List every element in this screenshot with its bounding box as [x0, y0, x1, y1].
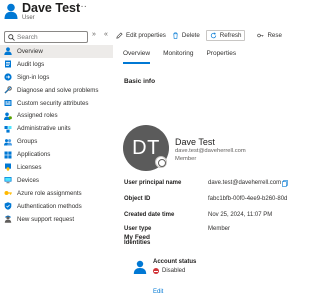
sidebar-item-label: New support request [17, 215, 75, 223]
upn-label: User principal name [124, 180, 182, 186]
sidebar-item-audit-logs[interactable]: Audit logs [0, 58, 113, 71]
created-date-label: Created date time [124, 212, 175, 218]
sidebar-item-label: Groups [17, 138, 38, 146]
refresh-label: Refresh [219, 31, 242, 39]
sidebar-item-custom-security-attributes[interactable]: Custom security attributes [0, 97, 113, 110]
sidebar-item-signin-logs[interactable]: Sign-in logs [0, 71, 113, 84]
sidebar-item-label: Administrative units [17, 125, 71, 133]
expand-icon[interactable]: » [92, 31, 96, 38]
sidebar-item-label: Overview [17, 47, 43, 55]
shield-icon [4, 202, 12, 210]
sidebar-item-label: Assigned roles [17, 112, 58, 120]
my-feed-heading: My Feed [124, 234, 151, 241]
sidebar-item-label: Azure role assignments [17, 189, 82, 197]
object-id-value: fabc1bfb-00f0-4ee9-b260-80d [208, 196, 288, 202]
user-type-label: User type [124, 226, 152, 232]
disabled-icon [153, 268, 159, 274]
upn-value: dave.test@daveherrell.com [208, 180, 282, 186]
object-id-label: Object ID [124, 196, 151, 202]
user-icon [133, 260, 147, 274]
groups-icon [4, 138, 12, 146]
blade-header: Dave Test ··· User [0, 0, 287, 26]
created-date-value: Nov 25, 2024, 11:07 PM [208, 212, 273, 218]
sidebar-menu: Overview Audit logs Sign-in logs Diagnos… [0, 45, 113, 225]
edit-properties-label: Edit properties [126, 31, 166, 39]
search-box[interactable] [4, 31, 88, 43]
signin-icon [4, 73, 12, 81]
refresh-icon [210, 31, 216, 38]
sidebar-item-label: Licenses [17, 163, 42, 171]
avatar-initials: DT [132, 136, 160, 159]
account-status-title: Account status [153, 259, 197, 265]
display-role: Member [175, 156, 197, 162]
sidebar-item-administrative-units[interactable]: Administrative units [0, 122, 113, 135]
key-icon [4, 191, 12, 196]
key-icon [257, 33, 264, 37]
sidebar-item-diagnose[interactable]: Diagnose and solve problems [0, 84, 113, 97]
pencil-icon [116, 31, 123, 39]
delete-button[interactable]: Delete [172, 32, 200, 39]
sidebar-item-new-support-request[interactable]: New support request [0, 213, 113, 226]
sidebar-item-label: Diagnose and solve problems [17, 86, 99, 94]
license-icon [5, 163, 11, 172]
attribute-icon [4, 100, 12, 106]
reset-password-label: Rese [267, 31, 282, 39]
sidebar-item-groups[interactable]: Groups [0, 135, 113, 148]
support-icon [4, 215, 12, 223]
more-options-button[interactable]: ··· [77, 1, 87, 12]
sidebar-item-label: Applications [17, 151, 51, 159]
page-subtitle: User [22, 15, 35, 21]
refresh-button[interactable]: Refresh [205, 29, 246, 41]
status-badge: Disabled [153, 268, 185, 274]
sidebar-item-overview[interactable]: Overview [0, 45, 113, 58]
display-name: Dave Test [175, 137, 215, 147]
delete-label: Delete [181, 31, 200, 39]
device-icon [4, 177, 12, 184]
log-icon [5, 60, 11, 68]
tab-overview[interactable]: Overview [123, 50, 151, 64]
camera-icon[interactable] [155, 156, 167, 168]
copy-icon[interactable] [282, 180, 288, 187]
edit-link[interactable]: Edit [153, 289, 163, 295]
page-title: Dave Test [22, 1, 81, 15]
sidebar-item-label: Sign-in logs [17, 73, 50, 81]
collapse-icon[interactable]: « [104, 31, 108, 38]
apps-icon [4, 151, 12, 159]
user-icon [4, 3, 18, 19]
edit-properties-button[interactable]: Edit properties [116, 32, 166, 39]
sidebar-item-azure-role-assignments[interactable]: Azure role assignments [0, 187, 113, 200]
sidebar-item-assigned-roles[interactable]: Assigned roles [0, 109, 113, 122]
search-input[interactable] [17, 32, 85, 42]
status-text: Disabled [162, 268, 186, 274]
trash-icon [173, 32, 178, 39]
admin-units-icon [4, 125, 12, 133]
command-bar: Edit properties Delete Refresh Rese [116, 29, 287, 41]
sidebar-item-label: Devices [17, 176, 40, 184]
wrench-icon [4, 86, 12, 94]
tab-properties[interactable]: Properties [206, 50, 236, 64]
sidebar-item-label: Audit logs [17, 60, 45, 68]
sidebar-item-applications[interactable]: Applications [0, 148, 113, 161]
sidebar-item-authentication-methods[interactable]: Authentication methods [0, 200, 113, 213]
user-icon [4, 47, 12, 56]
sidebar-item-label: Authentication methods [17, 202, 82, 210]
search-icon [8, 34, 15, 41]
sidebar-item-label: Custom security attributes [17, 99, 89, 107]
tab-monitoring[interactable]: Monitoring [163, 50, 193, 64]
user-type-value: Member [208, 226, 231, 232]
reset-password-button[interactable]: Rese [257, 31, 282, 39]
basic-info-heading: Basic info [124, 78, 156, 85]
tab-bar: Overview Monitoring Properties [116, 50, 287, 64]
roles-icon [4, 112, 12, 120]
display-email: dave.test@daveherrell.com [175, 148, 246, 154]
sidebar-item-licenses[interactable]: Licenses [0, 161, 113, 174]
sidebar-item-devices[interactable]: Devices [0, 174, 113, 187]
